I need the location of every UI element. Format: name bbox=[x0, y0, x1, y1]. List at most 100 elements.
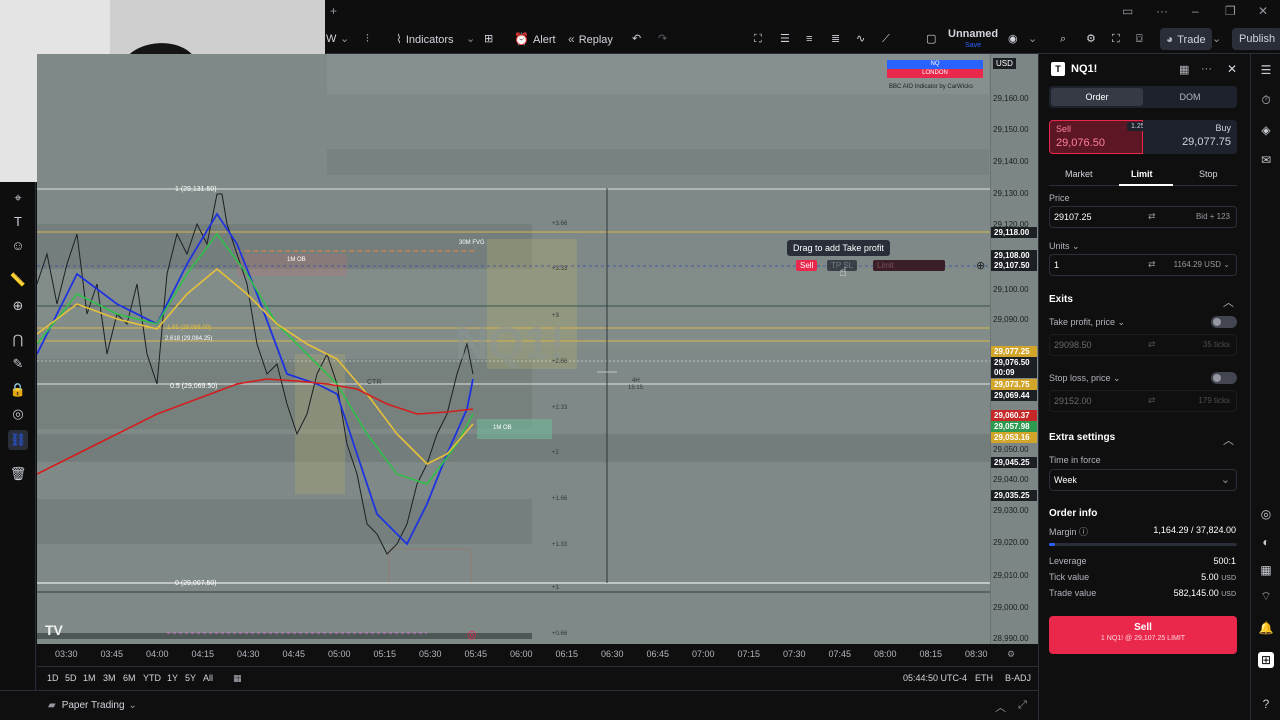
interval-selector[interactable]: W bbox=[326, 24, 336, 54]
layout-icon[interactable]: ▢ bbox=[926, 24, 936, 54]
trend-icon[interactable]: ∿ bbox=[856, 24, 865, 54]
more-icon[interactable]: ··· bbox=[1156, 4, 1168, 18]
take-profit-toggle[interactable] bbox=[1211, 316, 1237, 328]
trash-icon[interactable]: 🗑 bbox=[8, 464, 28, 484]
timeframe-1y[interactable]: 1Y bbox=[167, 673, 178, 683]
alert-button[interactable]: ⏰ Alert bbox=[514, 24, 556, 54]
maximize-panel-icon[interactable]: ⤢ bbox=[1018, 699, 1027, 712]
buy-quote-button[interactable]: Buy 29,077.75 bbox=[1143, 120, 1237, 154]
take-profit-label[interactable]: Take profit, price ⌄ bbox=[1049, 317, 1125, 328]
layout-icon[interactable]: ▦ bbox=[1179, 63, 1189, 76]
paper-trading-tab[interactable]: ▰ Paper Trading ⌄ bbox=[48, 700, 137, 711]
adjust-toggle[interactable]: B-ADJ bbox=[1005, 673, 1031, 683]
timeframe-5y[interactable]: 5Y bbox=[185, 673, 196, 683]
currency-selector[interactable]: USD bbox=[993, 58, 1016, 69]
camera-icon[interactable]: ⌼ bbox=[1136, 24, 1143, 54]
templates-icon[interactable]: ⊞ bbox=[484, 24, 493, 54]
timeframe-3m[interactable]: 3M bbox=[103, 673, 116, 683]
close-window-icon[interactable]: ✕ bbox=[1258, 4, 1268, 18]
time-axis[interactable]: 03:30 03:45 04:00 04:15 04:30 04:45 05:00 05:15… bbox=[37, 644, 1038, 666]
more-icon[interactable]: ··· bbox=[1201, 63, 1212, 75]
chevron-down-icon[interactable]: ⌄ bbox=[1028, 24, 1037, 54]
minimize-icon[interactable]: – bbox=[1192, 4, 1199, 18]
layers-icon[interactable]: ◈ bbox=[1258, 122, 1274, 138]
crosshair-icon[interactable]: ⌖ bbox=[8, 188, 28, 208]
indicators-button[interactable]: ⌇ Indicators bbox=[396, 24, 454, 54]
collapse-extra-icon[interactable]: ︿ bbox=[1223, 432, 1234, 448]
tradingview-logo-icon[interactable]: TV bbox=[45, 622, 63, 638]
screen-icon[interactable]: ▭ bbox=[1122, 4, 1133, 18]
order-sell-chip[interactable]: Sell bbox=[796, 260, 818, 271]
timeframe-ytd[interactable]: YTD bbox=[143, 673, 161, 683]
select-box-icon[interactable]: ⛶ bbox=[754, 24, 762, 54]
search-icon[interactable]: ⌕ bbox=[1060, 24, 1066, 54]
maximize-icon[interactable]: ❐ bbox=[1225, 4, 1236, 18]
chat-icon[interactable]: ✉ bbox=[1258, 152, 1274, 168]
watchlist-icon[interactable]: ☰ bbox=[1258, 62, 1274, 78]
close-icon[interactable]: ✕ bbox=[1227, 62, 1237, 76]
timeframe-1m[interactable]: 1M bbox=[83, 673, 96, 683]
chevron-down-icon[interactable]: ⌄ bbox=[1212, 24, 1221, 54]
apps-grid-icon[interactable]: ⊞ bbox=[1258, 652, 1274, 668]
tab-order[interactable]: Order bbox=[1051, 88, 1143, 106]
event-marker-icon[interactable]: ◎ bbox=[467, 628, 477, 641]
undo-icon[interactable]: ↶ bbox=[632, 24, 641, 54]
lines-icon[interactable]: ≣ bbox=[831, 24, 840, 54]
time-in-force-select[interactable]: Week ⌄ bbox=[1049, 469, 1237, 491]
list-icon[interactable]: ≡ bbox=[806, 24, 812, 54]
tab-market[interactable]: Market bbox=[1065, 169, 1093, 179]
stream-icon[interactable]: ⌔ bbox=[1258, 588, 1274, 604]
stop-loss-input[interactable]: 29152.00 ⇄ 179 ticks bbox=[1049, 390, 1237, 412]
target-icon[interactable]: ◎ bbox=[1258, 506, 1274, 522]
collapse-icon[interactable]: ︿ bbox=[995, 699, 1006, 715]
ruler-tool-icon[interactable]: 📏 bbox=[8, 270, 28, 290]
add-order-icon[interactable]: ⊕ bbox=[976, 259, 985, 272]
tab-dom[interactable]: DOM bbox=[1145, 88, 1235, 106]
stop-loss-label[interactable]: Stop loss, price ⌄ bbox=[1049, 373, 1121, 384]
timeframe-6m[interactable]: 6M bbox=[123, 673, 136, 683]
alerts-clock-icon[interactable]: ⏱ bbox=[1258, 92, 1274, 108]
trade-button[interactable]: ◕ Trade bbox=[1160, 28, 1212, 50]
submit-sell-button[interactable]: Sell 1 NQ1! @ 29,107.25 LIMIT bbox=[1049, 616, 1237, 654]
zoom-icon[interactable]: ⊕ bbox=[8, 296, 28, 316]
tab-stop[interactable]: Stop bbox=[1199, 169, 1218, 179]
tab-limit[interactable]: Limit bbox=[1131, 169, 1153, 179]
replay-button[interactable]: «Replay bbox=[568, 24, 613, 54]
session-toggle[interactable]: ETH bbox=[975, 673, 993, 683]
swap-icon[interactable]: ⇄ bbox=[1148, 395, 1156, 406]
chevron-down-icon[interactable]: ⌄ bbox=[466, 24, 475, 54]
price-chart[interactable]: 1 (29,131.50) 0 (29,007.50) 0.5 (29,069.… bbox=[37, 54, 990, 644]
pencil-lock-icon[interactable]: ✎ bbox=[8, 354, 28, 374]
publish-button[interactable]: Publish bbox=[1232, 28, 1280, 50]
ideas-icon[interactable]: ◐ bbox=[1258, 534, 1274, 550]
align-icon[interactable]: ☰ bbox=[780, 24, 790, 54]
notifications-icon[interactable]: 🔔 bbox=[1258, 620, 1274, 636]
timeframe-5d[interactable]: 5D bbox=[65, 673, 77, 683]
calendar-icon[interactable]: ▦ bbox=[233, 673, 242, 684]
price-scale[interactable]: USD 29,160.00 29,150.00 29,140.00 29,130.00… bbox=[990, 54, 1038, 644]
new-tab-icon[interactable]: + bbox=[330, 4, 337, 18]
text-tool-icon[interactable]: T bbox=[8, 212, 28, 232]
timeframe-all[interactable]: All bbox=[203, 673, 213, 683]
swap-icon[interactable]: ⇄ bbox=[1148, 211, 1156, 222]
bar-style-icon[interactable]: ⫶ bbox=[366, 24, 369, 54]
price-input[interactable]: 29107.25 ⇄ Bid + 123 bbox=[1049, 206, 1237, 228]
calendar-icon[interactable]: ▦ bbox=[1258, 562, 1274, 578]
settings-icon[interactable]: ⚙ bbox=[1086, 24, 1096, 54]
timeframe-1d[interactable]: 1D bbox=[47, 673, 59, 683]
fullscreen-icon[interactable]: ⛶ bbox=[1112, 24, 1120, 54]
redo-icon[interactable]: ↷ bbox=[658, 24, 667, 54]
emoji-icon[interactable]: ☺ bbox=[8, 236, 28, 256]
magnet-icon[interactable]: ⋂ bbox=[8, 330, 28, 350]
lock-icon[interactable]: 🔒 bbox=[8, 380, 28, 400]
units-input[interactable]: 1 ⇄ 1164.29 USD ⌄ bbox=[1049, 254, 1237, 276]
order-symbol[interactable]: NQ1! bbox=[1071, 63, 1097, 75]
stop-loss-toggle[interactable] bbox=[1211, 372, 1237, 384]
take-profit-input[interactable]: 29098.50 ⇄ 35 ticks bbox=[1049, 334, 1237, 356]
clock-readout[interactable]: 05:44:50 UTC-4 bbox=[903, 673, 967, 683]
eye-icon[interactable]: ◎ bbox=[8, 404, 28, 424]
help-icon[interactable]: ? bbox=[1258, 696, 1274, 712]
chevron-down-icon[interactable]: ⌄ bbox=[340, 24, 349, 54]
user-avatar-icon[interactable]: ◉ bbox=[1008, 24, 1018, 54]
scale-settings-icon[interactable]: ⚙ bbox=[1007, 649, 1015, 660]
